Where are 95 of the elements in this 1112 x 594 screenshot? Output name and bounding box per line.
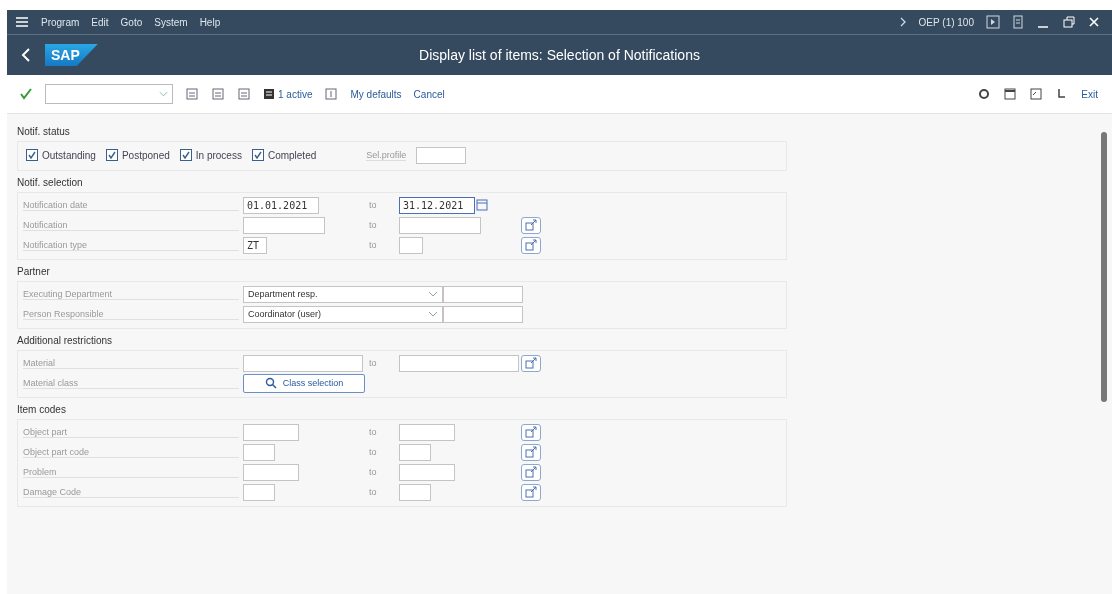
check-icon xyxy=(252,150,263,160)
toolbar-icon[interactable] xyxy=(211,87,225,101)
status-checkbox[interactable]: Postponed xyxy=(105,149,170,161)
window-icon[interactable] xyxy=(1029,87,1044,101)
section-title: Additional restrictions xyxy=(17,335,114,346)
field-label: Object part xyxy=(23,426,239,438)
multiple-selection-button[interactable] xyxy=(521,216,541,234)
menu-item[interactable]: Edit xyxy=(91,16,109,28)
check-icon xyxy=(27,150,37,160)
multiple-selection-button[interactable] xyxy=(521,423,541,441)
logo: SAP xyxy=(45,44,98,66)
from-field[interactable] xyxy=(243,354,363,372)
restore-icon[interactable] xyxy=(1062,15,1076,29)
multiple-selection-button[interactable] xyxy=(521,236,541,254)
to-field[interactable] xyxy=(399,423,455,441)
check-icon xyxy=(180,150,191,160)
field-label: Person Responsible xyxy=(23,308,239,320)
status-checkbox[interactable]: Completed xyxy=(251,149,317,161)
input-field[interactable] xyxy=(443,285,523,303)
section-title: Notif. selection xyxy=(17,177,84,188)
field-label: Notification type xyxy=(23,239,239,251)
from-field[interactable] xyxy=(243,423,299,441)
status-checkbox[interactable]: Outstanding xyxy=(26,149,96,161)
section-title: Item codes xyxy=(17,404,67,415)
from-field[interactable] xyxy=(243,443,275,461)
to-label: to xyxy=(369,447,378,457)
multiple-selection-button[interactable] xyxy=(521,443,541,461)
status-checkbox[interactable]: In process xyxy=(179,149,242,161)
dropdown-field[interactable]: Department resp. xyxy=(243,285,443,303)
field-label: Material class xyxy=(23,377,239,389)
toolbar-icon[interactable] xyxy=(185,87,199,101)
list-icon xyxy=(263,88,275,100)
to-label: to xyxy=(369,467,378,477)
dropdown-field[interactable]: Coordinator (user) xyxy=(243,305,443,323)
check-icon xyxy=(106,150,117,160)
search-icon xyxy=(264,377,277,389)
to-field[interactable] xyxy=(399,463,455,481)
class-selection-button[interactable]: Class selection xyxy=(243,373,365,393)
to-label: to xyxy=(369,240,378,250)
system-info: OEP (1) 100 xyxy=(918,16,974,28)
to-label: to xyxy=(369,487,378,497)
caret-icon xyxy=(159,90,168,98)
window-icon[interactable] xyxy=(1003,87,1018,101)
caret-icon xyxy=(428,310,438,318)
menu-icon[interactable] xyxy=(15,16,29,28)
multiple-selection-button[interactable] xyxy=(521,463,541,481)
active-variant-button[interactable]: 1 active xyxy=(263,88,313,100)
menu-item[interactable]: Goto xyxy=(120,16,143,28)
to-field[interactable]: 31.12.2021 xyxy=(399,196,475,214)
caret-icon xyxy=(428,290,438,298)
chevron-icon[interactable] xyxy=(898,17,907,27)
from-field[interactable] xyxy=(243,216,325,234)
menu-item[interactable]: System xyxy=(154,16,188,28)
to-field[interactable] xyxy=(399,236,423,254)
from-field[interactable]: 01.01.2021 xyxy=(243,196,319,214)
from-field[interactable] xyxy=(243,483,275,501)
toolbar-icon[interactable] xyxy=(324,87,339,101)
to-field[interactable] xyxy=(399,483,431,501)
check-icon[interactable] xyxy=(19,87,33,101)
to-label: to xyxy=(369,427,378,437)
calendar-icon[interactable] xyxy=(476,198,488,212)
back-icon[interactable] xyxy=(21,47,31,63)
to-field[interactable] xyxy=(399,354,519,372)
field-label: Problem xyxy=(23,466,239,478)
multiple-selection-button[interactable] xyxy=(521,483,541,501)
field-label: Notification date xyxy=(23,199,239,211)
play-icon[interactable] xyxy=(986,15,1000,29)
input-field[interactable] xyxy=(443,305,523,323)
to-label: to xyxy=(369,358,378,368)
profile-field[interactable] xyxy=(416,146,467,164)
toolbar-link[interactable]: My defaults xyxy=(350,88,402,100)
field-label: Executing Department xyxy=(23,288,239,300)
to-field[interactable] xyxy=(399,216,481,234)
toolbar-link[interactable]: Cancel xyxy=(413,88,445,100)
field-label: Sel.profile xyxy=(366,149,407,161)
field-label: Notification xyxy=(23,219,239,231)
toolbar-icon[interactable] xyxy=(237,87,251,101)
close-icon[interactable] xyxy=(1088,16,1100,28)
window-title: Display list of items: Selection of Notifications xyxy=(419,47,700,63)
menu-item[interactable]: Help xyxy=(199,16,221,28)
section-title: Partner xyxy=(17,266,51,277)
to-field[interactable] xyxy=(399,443,431,461)
to-label: to xyxy=(369,200,378,210)
from-field[interactable]: ZT xyxy=(243,236,267,254)
from-field[interactable] xyxy=(243,463,299,481)
document-icon[interactable] xyxy=(1012,15,1024,29)
menu-item[interactable]: Program xyxy=(41,16,80,28)
to-label: to xyxy=(369,220,378,230)
field-label: Material xyxy=(23,357,239,369)
field-label: Object part code xyxy=(23,446,239,458)
section-title: Notif. status xyxy=(17,126,71,137)
command-field[interactable] xyxy=(45,84,173,104)
multiple-selection-button[interactable] xyxy=(521,354,541,372)
field-label: Damage Code xyxy=(23,486,239,498)
exit-button[interactable]: Exit xyxy=(1081,88,1098,100)
